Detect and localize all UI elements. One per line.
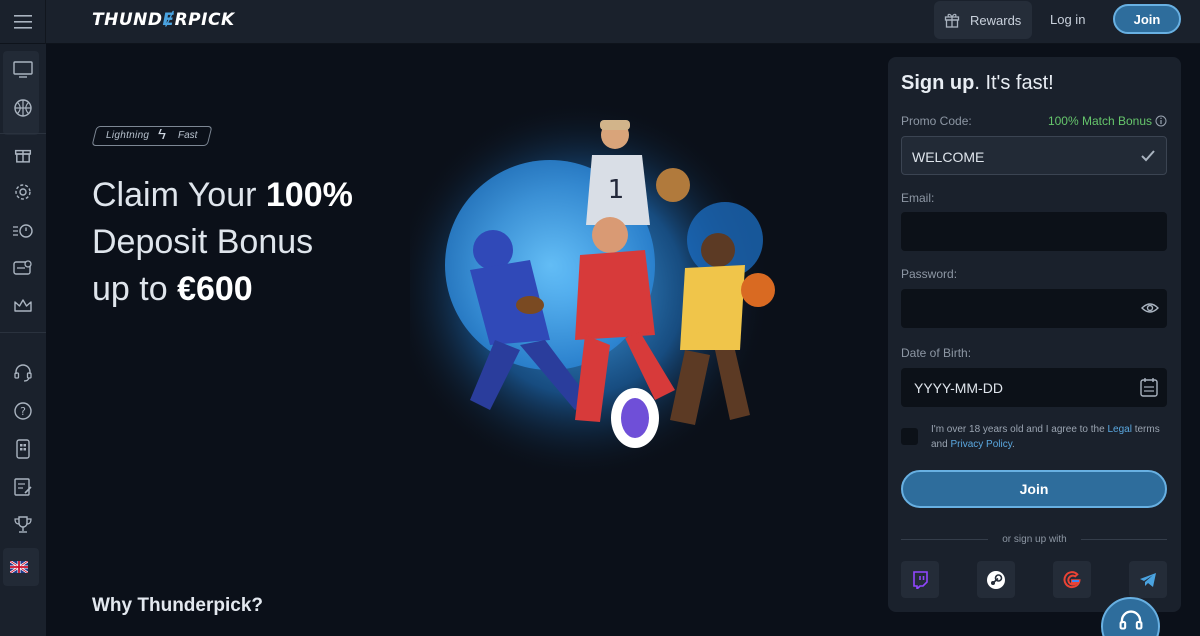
google-icon xyxy=(1063,570,1081,588)
age-terms-text: I'm over 18 years old and I agree to the… xyxy=(931,424,1160,450)
google-login-button[interactable] xyxy=(1053,561,1091,598)
promo-code-input[interactable]: WELCOME xyxy=(901,136,1167,175)
steam-icon xyxy=(987,570,1005,589)
sidebar-item-help[interactable]: ? xyxy=(0,392,46,430)
headset-icon xyxy=(14,364,32,382)
sidebar-item-esports[interactable] xyxy=(0,51,46,89)
promo-bonus-text: 100% Match Bonus xyxy=(1047,114,1152,128)
age-terms-checkbox[interactable] xyxy=(901,428,918,445)
join-button[interactable]: Join xyxy=(901,470,1167,508)
trophy-icon xyxy=(14,516,32,533)
sidebar-item-casino[interactable] xyxy=(0,249,46,287)
twitch-login-button[interactable] xyxy=(901,561,939,598)
crown-icon xyxy=(14,299,32,312)
gift-icon xyxy=(14,149,32,163)
login-link[interactable]: Log in xyxy=(1050,12,1085,27)
info-icon xyxy=(1155,115,1167,127)
headset-icon xyxy=(1119,610,1142,630)
hero-athletes-illustration: 1 xyxy=(410,100,775,480)
legal-link[interactable]: Legal xyxy=(1107,424,1131,435)
email-field[interactable] xyxy=(901,212,1167,251)
eye-icon[interactable] xyxy=(1141,301,1159,315)
ticket-icon xyxy=(13,260,32,275)
dob-field[interactable]: YYYY-MM-DD xyxy=(901,368,1167,407)
hero-headline: Claim Your 100% Deposit Bonus up to €600 xyxy=(92,176,353,308)
sidebar-item-promotions[interactable] xyxy=(0,135,46,173)
promo-bonus-info[interactable]: 100% Match Bonus xyxy=(1048,114,1167,128)
basketball-icon xyxy=(14,99,32,117)
email-label: Email: xyxy=(901,191,935,205)
checkmark-icon xyxy=(1141,150,1155,162)
svg-text:?: ? xyxy=(20,405,26,418)
signup-title: Sign up. It's fast! xyxy=(901,72,1054,94)
divider-line xyxy=(1081,539,1167,540)
hamburger-icon xyxy=(13,15,32,29)
sidebar-item-tournaments[interactable] xyxy=(0,506,46,544)
stopwatch-icon xyxy=(13,224,33,238)
sidebar-divider xyxy=(0,133,46,134)
sidebar-item-vip[interactable] xyxy=(0,287,46,325)
sidebar-item-settings[interactable] xyxy=(0,173,46,211)
password-label: Password: xyxy=(901,267,958,281)
join-button-header[interactable]: Join xyxy=(1113,4,1181,34)
logo-bolt-icon: Ɇ xyxy=(162,10,175,30)
brand-logo[interactable]: THUNDɆRPICK xyxy=(92,10,235,30)
bolt-icon: ϟ xyxy=(158,126,166,143)
rewards-button[interactable]: Rewards xyxy=(934,1,1032,39)
rewards-label: Rewards xyxy=(970,12,1022,28)
sidebar-item-sports[interactable] xyxy=(0,89,46,127)
sidebar-item-blog[interactable] xyxy=(0,468,46,506)
menu-button[interactable] xyxy=(0,0,46,44)
sidebar-item-app[interactable] xyxy=(0,430,46,468)
gift-icon xyxy=(944,13,960,28)
gear-icon xyxy=(15,184,31,200)
sidebar: ? xyxy=(0,44,46,636)
sidebar-item-support[interactable] xyxy=(0,354,46,392)
help-icon: ? xyxy=(14,402,32,420)
badge-fast-text: Fast xyxy=(178,130,198,141)
steam-login-button[interactable] xyxy=(977,561,1015,598)
sidebar-item-language[interactable] xyxy=(0,548,42,586)
signup-panel: Sign up. It's fast! Promo Code: 100% Mat… xyxy=(888,57,1181,612)
dob-placeholder: YYYY-MM-DD xyxy=(914,380,1003,396)
notes-icon xyxy=(14,478,32,496)
sidebar-divider xyxy=(0,332,46,333)
svg-text:1: 1 xyxy=(608,175,625,205)
privacy-policy-link[interactable]: Privacy Policy xyxy=(950,439,1012,450)
calendar-icon[interactable] xyxy=(1140,377,1158,397)
dob-label: Date of Birth: xyxy=(901,346,972,360)
tv-icon xyxy=(13,61,33,78)
promo-code-value: WELCOME xyxy=(912,149,985,165)
top-bar: THUNDɆRPICK Rewards Log in Join xyxy=(0,0,1200,44)
sidebar-item-live[interactable] xyxy=(0,211,46,249)
telegram-login-button[interactable] xyxy=(1129,561,1167,598)
twitch-icon xyxy=(913,570,928,589)
promo-code-label: Promo Code: xyxy=(901,114,972,128)
badge-lightning-text: Lightning xyxy=(106,130,150,141)
password-field[interactable] xyxy=(901,289,1167,328)
uk-flag-icon xyxy=(10,561,28,573)
telegram-icon xyxy=(1140,572,1156,587)
phone-app-icon xyxy=(16,439,30,459)
why-thunderpick-heading: Why Thunderpick? xyxy=(92,595,263,616)
